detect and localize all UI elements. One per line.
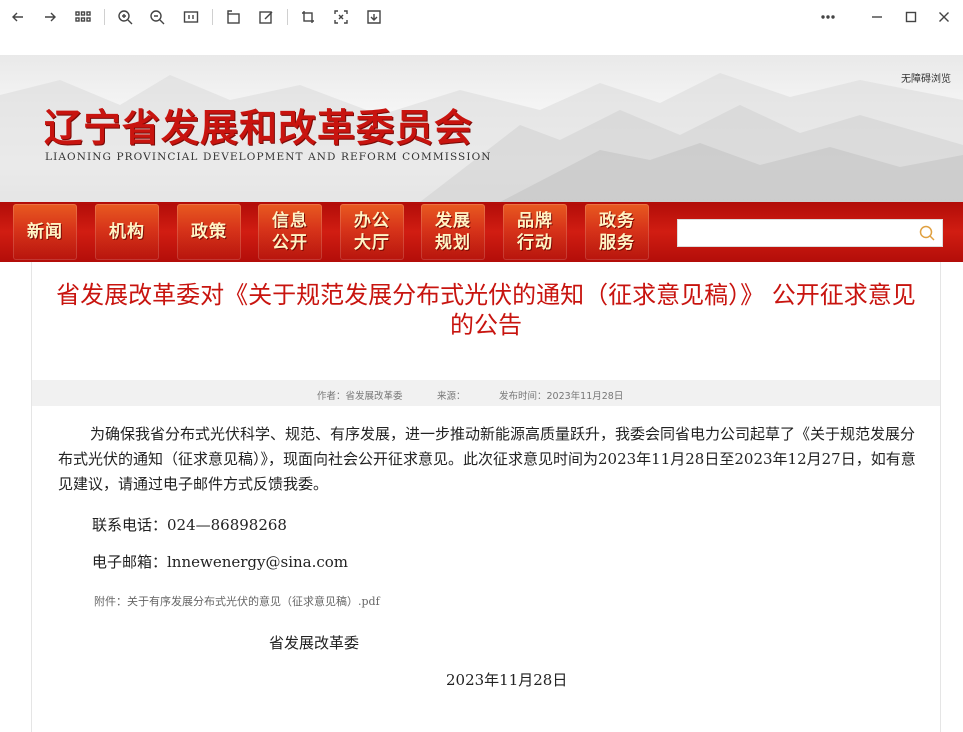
nav-label: 机构: [109, 222, 145, 242]
nav-item-gov-services[interactable]: 政务 服务: [585, 204, 649, 260]
signature: 省发展改革委: [269, 634, 360, 652]
fit-icon[interactable]: [180, 6, 202, 28]
nav-label: 办公 大厅: [354, 211, 390, 253]
nav-item-organization[interactable]: 机构: [95, 204, 159, 260]
edit-icon[interactable]: [255, 6, 277, 28]
nav-label: 信息 公开: [272, 211, 308, 253]
more-icon[interactable]: [817, 6, 839, 28]
nav-item-news[interactable]: 新闻: [13, 204, 77, 260]
nav-item-development-plan[interactable]: 发展 规划: [421, 204, 485, 260]
contact-email: 电子邮箱：lnnewenergy@sina.com: [92, 553, 349, 571]
search-icon[interactable]: [918, 224, 936, 242]
article-container: 省发展改革委对《关于规范发展分布式光伏的通知（征求意见稿）》 公开征求意见的公告…: [31, 262, 941, 732]
meta-author: 作者：省发展改革委: [317, 391, 403, 402]
site-subtitle: LIAONING PROVINCIAL DEVELOPMENT AND REFO…: [45, 151, 492, 163]
download-icon[interactable]: [363, 6, 385, 28]
site-banner: 辽宁省发展和改革委员会 LIAONING PROVINCIAL DEVELOPM…: [0, 55, 963, 202]
nav-label: 品牌 行动: [517, 211, 553, 253]
nav-label: 发展 规划: [435, 211, 471, 253]
site-title: 辽宁省发展和改革委员会: [44, 105, 474, 150]
main-nav: 新闻 机构 政策 信息 公开 办公 大厅 发展 规划 品牌 行动 政务 服务: [0, 202, 963, 262]
rotate-icon[interactable]: [222, 6, 244, 28]
nav-label: 政务 服务: [599, 211, 635, 253]
contact-phone: 联系电话：024—86898268: [92, 516, 287, 534]
nav-item-policy[interactable]: 政策: [177, 204, 241, 260]
attachment-link[interactable]: 附件：关于有序发展分布式光伏的意见（征求意见稿）.pdf: [94, 593, 380, 609]
accessibility-link[interactable]: 无障碍浏览: [901, 70, 951, 85]
screenshot-icon[interactable]: [297, 6, 319, 28]
forward-icon[interactable]: [39, 6, 61, 28]
nav-item-info-disclosure[interactable]: 信息 公开: [258, 204, 322, 260]
thumbnails-icon[interactable]: [72, 6, 94, 28]
article-meta: 作者：省发展改革委 来源： 发布时间：2023年11月28日: [32, 380, 940, 406]
nav-label: 政策: [191, 222, 227, 242]
fullscreen-icon[interactable]: [330, 6, 352, 28]
search-input[interactable]: [677, 219, 943, 247]
nav-item-brand-action[interactable]: 品牌 行动: [503, 204, 567, 260]
maximize-icon[interactable]: [900, 6, 922, 28]
article-title: 省发展改革委对《关于规范发展分布式光伏的通知（征求意见稿）》 公开征求意见的公告: [56, 281, 916, 339]
viewer-toolbar: [0, 0, 963, 34]
minimize-icon[interactable]: [866, 6, 888, 28]
nav-item-office-hall[interactable]: 办公 大厅: [340, 204, 404, 260]
body-paragraph: 为确保我省分布式光伏科学、规范、有序发展，进一步推动新能源高质量跃升，我委会同省…: [58, 425, 916, 493]
zoom-out-icon[interactable]: [146, 6, 168, 28]
nav-label: 新闻: [27, 222, 63, 242]
close-icon[interactable]: [933, 6, 955, 28]
meta-source: 来源：: [437, 391, 466, 402]
zoom-in-icon[interactable]: [114, 6, 136, 28]
meta-date: 发布时间：2023年11月28日: [499, 391, 624, 402]
back-icon[interactable]: [7, 6, 29, 28]
signature-date: 2023年11月28日: [446, 671, 568, 689]
